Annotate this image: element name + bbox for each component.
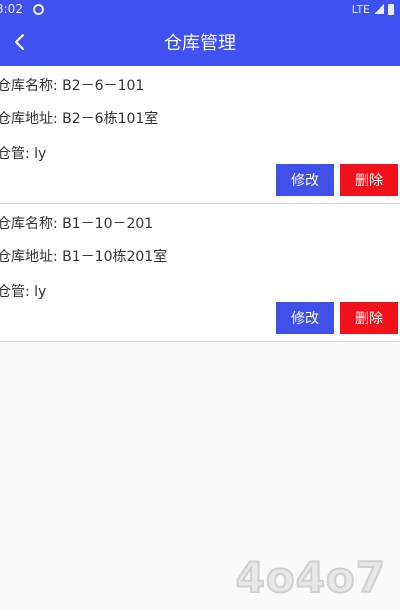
edit-button[interactable]: 修改: [276, 302, 334, 334]
warehouse-address: 仓库地址: B1－10栋201室: [0, 249, 168, 265]
sync-icon: [32, 3, 44, 15]
status-left: 3:02: [0, 2, 44, 16]
warehouse-manager: 仓管: ly: [0, 146, 47, 162]
warehouse-manager: 仓管: ly: [0, 284, 47, 300]
back-button[interactable]: [4, 26, 36, 58]
warehouse-name: 仓库名称: B1－10－201: [0, 216, 154, 232]
app-bar: 仓库管理: [0, 18, 400, 66]
battery-icon: [388, 3, 394, 15]
edit-button[interactable]: 修改: [276, 164, 334, 196]
page-title: 仓库管理: [164, 33, 236, 54]
chevron-left-icon: [15, 34, 24, 50]
status-bar: 3:02 LTE: [0, 0, 400, 18]
status-time: 3:02: [0, 2, 23, 16]
warehouse-card: 仓库名称: B2－6－101 仓库地址: B2－6栋101室 仓管: ly 修改…: [0, 66, 400, 204]
warehouse-card: 仓库名称: B1－10－201 仓库地址: B1－10栋201室 仓管: ly …: [0, 204, 400, 342]
app-header: 3:02 LTE 仓库管理: [0, 0, 400, 66]
signal-icon: [374, 4, 384, 14]
delete-button[interactable]: 删除: [340, 164, 398, 196]
status-right: LTE: [352, 3, 394, 16]
network-type: LTE: [351, 2, 370, 16]
watermark-logo: 4o4o7: [235, 552, 386, 603]
delete-button[interactable]: 删除: [340, 302, 398, 334]
warehouse-address: 仓库地址: B2－6栋101室: [0, 111, 159, 127]
warehouse-name: 仓库名称: B2－6－101: [0, 78, 145, 94]
warehouse-list: 仓库名称: B2－6－101 仓库地址: B2－6栋101室 仓管: ly 修改…: [0, 66, 400, 342]
